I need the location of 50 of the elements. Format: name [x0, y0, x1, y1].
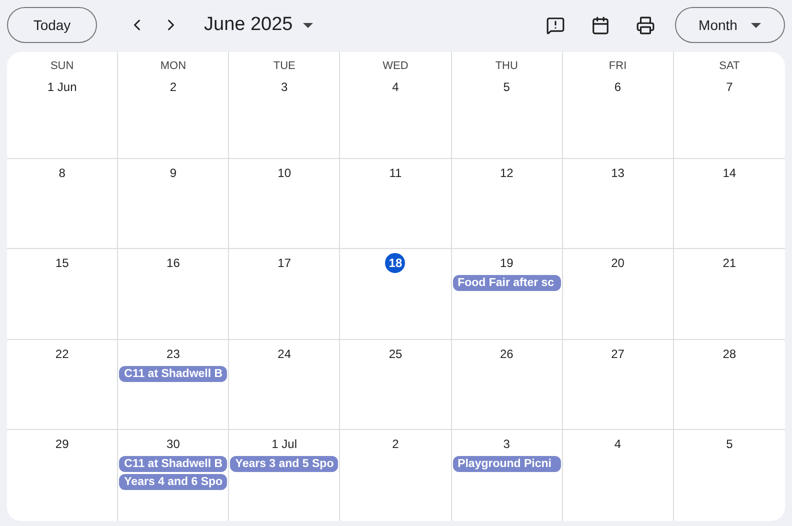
date-number[interactable]: 25	[388, 344, 402, 364]
weekday-label: SUN	[50, 59, 74, 74]
date-number[interactable]: 1 Jul	[272, 434, 298, 454]
caret-icon	[302, 22, 313, 28]
print-icon	[636, 16, 655, 34]
weekday-label: THU	[495, 59, 518, 74]
date-number[interactable]: 10	[278, 163, 292, 183]
date-number[interactable]: 27	[611, 344, 624, 364]
date-number[interactable]: 23	[166, 344, 180, 364]
date-number[interactable]: 14	[722, 163, 736, 183]
date-number[interactable]: 2	[170, 76, 177, 96]
date-number[interactable]: 11	[389, 163, 402, 183]
date-number[interactable]: 5	[726, 434, 733, 454]
date-number[interactable]: 24	[278, 344, 292, 364]
weekday-label: WED	[382, 59, 408, 74]
date-number[interactable]: 7	[726, 76, 733, 96]
view-button[interactable]: Month	[675, 7, 785, 43]
date-number[interactable]: 30	[166, 434, 180, 454]
date-number[interactable]: 15	[55, 253, 69, 273]
date-number[interactable]: 8	[58, 163, 66, 183]
caret-icon	[751, 22, 762, 28]
calendar-icon	[591, 16, 610, 34]
feedback-icon	[546, 16, 565, 34]
date-number[interactable]: 17	[278, 253, 292, 273]
weekday-label: TUE	[273, 59, 296, 74]
date-number[interactable]: 6	[614, 76, 622, 96]
date-number[interactable]: 13	[611, 163, 624, 183]
date-number[interactable]: 16	[166, 253, 180, 273]
date-number[interactable]: 21	[722, 253, 736, 273]
date-number[interactable]: 12	[500, 163, 514, 183]
date-number[interactable]: 26	[500, 344, 514, 364]
date-number[interactable]: 5	[503, 76, 510, 96]
date-number[interactable]: 3	[281, 76, 288, 96]
date-number[interactable]: 4	[614, 434, 622, 454]
date-number[interactable]: 22	[55, 344, 69, 364]
date-number[interactable]: 4	[392, 76, 399, 96]
date-number[interactable]: 2	[392, 434, 399, 454]
date-number[interactable]: 28	[722, 344, 736, 364]
date-number[interactable]: 1 Jun	[47, 76, 77, 96]
date-number[interactable]: 19	[500, 253, 514, 273]
weekday-label: FRI	[608, 59, 627, 74]
date-number[interactable]: 9	[170, 163, 177, 183]
month-title[interactable]: June 2025	[204, 10, 313, 40]
today-button[interactable]: Today	[7, 7, 97, 43]
date-number[interactable]: 18	[385, 253, 406, 273]
weekday-label: MON	[160, 59, 186, 74]
date-number[interactable]: 29	[55, 434, 69, 454]
weekday-label: SAT	[719, 59, 740, 74]
date-number[interactable]: 3	[503, 434, 510, 454]
date-number[interactable]: 20	[611, 253, 624, 273]
